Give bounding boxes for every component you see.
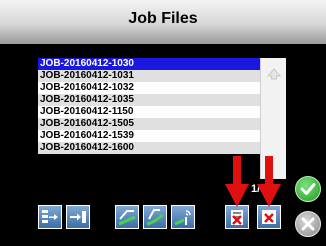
- delete-all-button[interactable]: [257, 205, 281, 229]
- checkmark-icon: [300, 183, 316, 195]
- annotation-arrow-icon: [257, 156, 281, 207]
- close-icon: [301, 217, 315, 231]
- import-button[interactable]: [38, 205, 62, 229]
- job-list-item[interactable]: JOB-20160412-1539: [38, 130, 260, 142]
- delete-file-icon: [231, 210, 243, 225]
- field-signal-button[interactable]: [171, 205, 195, 229]
- job-list-item[interactable]: JOB-20160412-1150: [38, 106, 260, 118]
- annotation-arrow-icon: [225, 156, 249, 207]
- field-signal-icon: [174, 210, 191, 226]
- job-list-item[interactable]: JOB-20160412-1035: [38, 94, 260, 106]
- field-curve-button[interactable]: [143, 205, 167, 229]
- delete-all-files-icon: [262, 210, 276, 224]
- export-file-icon: [70, 211, 86, 223]
- import-files-icon: [42, 210, 58, 223]
- job-list-item[interactable]: JOB-20160412-1030: [38, 58, 260, 70]
- export-button[interactable]: [66, 205, 90, 229]
- page-title: Job Files: [128, 10, 198, 27]
- scroll-up-button[interactable]: [264, 64, 284, 84]
- job-list-item[interactable]: JOB-20160412-1505: [38, 118, 260, 130]
- field-ab-line-icon: [118, 210, 136, 226]
- delete-file-button[interactable]: [225, 205, 249, 229]
- chevron-up-icon: [267, 68, 281, 80]
- accept-button[interactable]: [295, 176, 321, 202]
- job-list-item[interactable]: JOB-20160412-1032: [38, 82, 260, 94]
- header: Job Files: [0, 0, 326, 44]
- field-ab-line-button[interactable]: [115, 205, 139, 229]
- field-curve-icon: [146, 209, 164, 226]
- cancel-button[interactable]: [295, 211, 321, 237]
- job-list-item[interactable]: JOB-20160412-1600: [38, 142, 260, 154]
- job-files-screen: Job Files JOB-20160412-1030 JOB-20160412…: [0, 0, 326, 246]
- job-list-item[interactable]: JOB-20160412-1031: [38, 70, 260, 82]
